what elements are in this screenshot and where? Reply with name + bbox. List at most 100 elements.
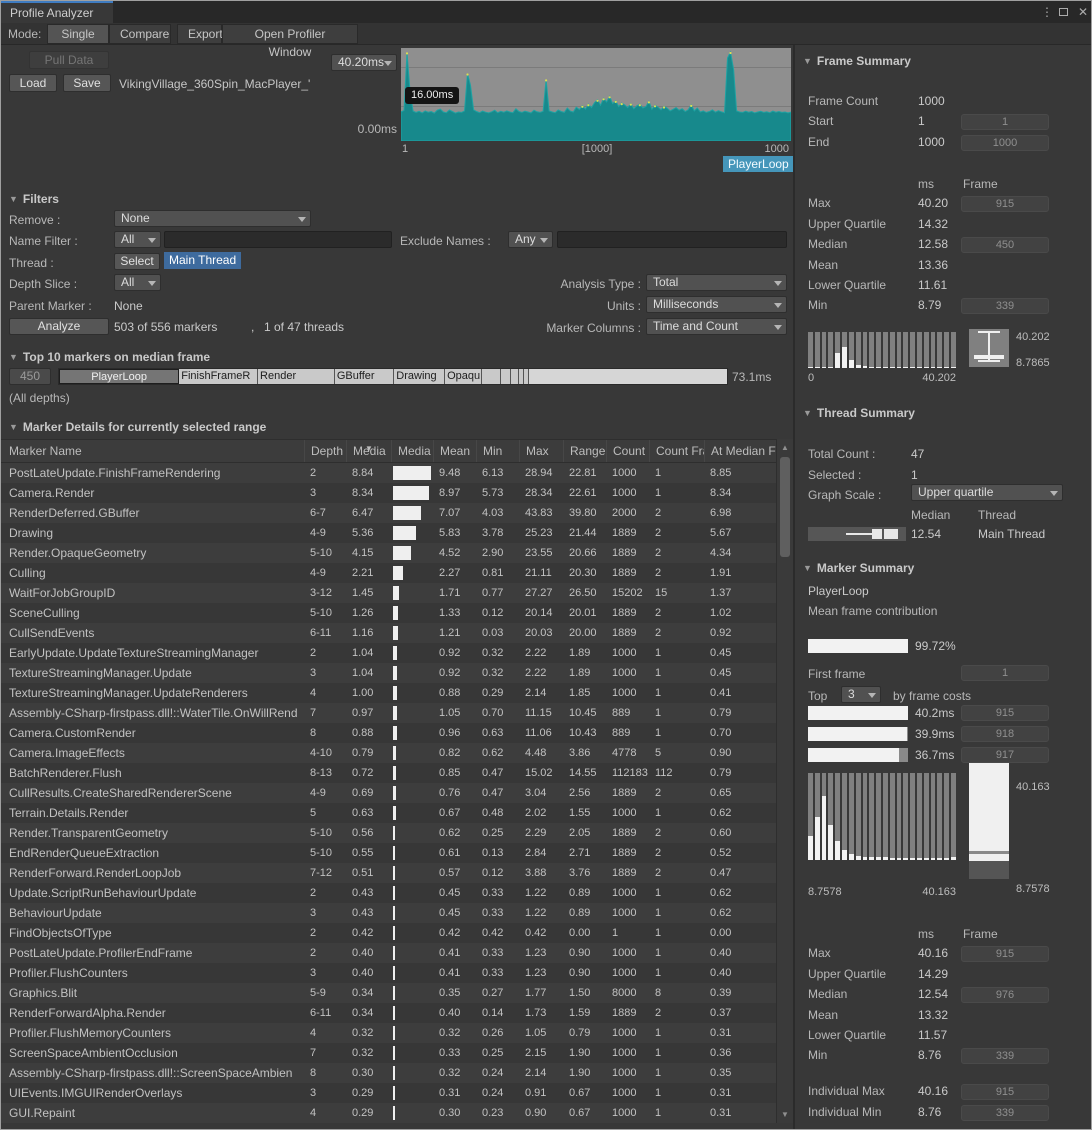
top10-segment[interactable]: Render <box>258 369 335 384</box>
frame-jump-button[interactable]: 1 <box>961 114 1049 130</box>
open-profiler-window-button[interactable]: Open Profiler Window <box>222 24 358 44</box>
table-row[interactable]: Graphics.Blit5-90.340.350.271.771.508000… <box>1 983 776 1003</box>
save-button[interactable]: Save <box>63 74 111 92</box>
table-row[interactable]: Profiler.FlushCounters30.400.410.331.230… <box>1 963 776 983</box>
units-dropdown[interactable]: Milliseconds <box>646 296 787 313</box>
table-row[interactable]: Render.OpaqueGeometry5-104.154.522.9023.… <box>1 543 776 563</box>
table-row[interactable]: Assembly-CSharp-firstpass.dll!::WaterTil… <box>1 703 776 723</box>
marker-table-header[interactable]: Marker NameDepthMedia▼MediaMeanMinMaxRan… <box>1 439 776 463</box>
column-header[interactable]: Count Fra <box>649 440 704 462</box>
export-button[interactable]: Export <box>177 24 222 44</box>
table-row[interactable]: Assembly-CSharp-firstpass.dll!::ScreenSp… <box>1 1063 776 1083</box>
frame-jump-button[interactable]: 976 <box>961 987 1049 1003</box>
load-button[interactable]: Load <box>9 74 57 92</box>
name-filter-mode-dropdown[interactable]: All <box>114 231 161 248</box>
frame-jump-button[interactable]: 339 <box>961 298 1049 314</box>
scrollbar-thumb[interactable] <box>780 457 790 557</box>
first-frame-button[interactable]: 1 <box>961 665 1049 681</box>
column-header[interactable]: Min <box>476 440 519 462</box>
column-header[interactable]: Depth <box>304 440 346 462</box>
table-row[interactable]: BehaviourUpdate30.430.450.331.220.891000… <box>1 903 776 923</box>
top10-segment[interactable] <box>501 369 511 384</box>
table-scrollbar[interactable]: ▲ ▼ <box>776 439 793 1123</box>
top10-header[interactable]: ▼Top 10 markers on median frame <box>9 349 210 365</box>
pull-data-button[interactable]: Pull Data <box>29 51 109 69</box>
table-row[interactable]: ScreenSpaceAmbientOcclusion70.320.330.25… <box>1 1043 776 1063</box>
tab-compare[interactable]: Compare <box>109 24 171 44</box>
table-row[interactable]: UIEvents.IMGUIRenderOverlays30.290.310.2… <box>1 1083 776 1103</box>
top10-segment[interactable]: PlayerLoop <box>59 369 179 384</box>
graph-scale-dropdown[interactable]: Upper quartile <box>911 484 1063 501</box>
table-row[interactable]: GUI.Repaint40.290.300.230.900.67100010.3… <box>1 1103 776 1123</box>
frame-jump-button[interactable]: 1000 <box>961 135 1049 151</box>
table-row[interactable]: WaitForJobGroupID3-121.451.710.7727.2726… <box>1 583 776 603</box>
thread-summary-header[interactable]: ▼Thread Summary <box>803 406 915 420</box>
tab-single[interactable]: Single <box>47 24 109 44</box>
marker-columns-dropdown[interactable]: Time and Count <box>646 318 787 335</box>
name-filter-input[interactable] <box>164 231 392 248</box>
frame-jump-button[interactable]: 339 <box>961 1105 1049 1121</box>
table-row[interactable]: Drawing4-95.365.833.7825.2321.44188925.6… <box>1 523 776 543</box>
frame-jump-button[interactable]: 339 <box>961 1048 1049 1064</box>
marker-summary-header[interactable]: ▼Marker Summary <box>803 561 914 575</box>
top10-segment[interactable] <box>511 369 519 384</box>
top-n-dropdown[interactable]: 3 <box>841 686 881 703</box>
filters-header[interactable]: ▼Filters <box>9 191 59 207</box>
column-header[interactable]: Mean <box>433 440 476 462</box>
top10-segment[interactable]: GBuffer <box>335 369 394 384</box>
table-row[interactable]: PostLateUpdate.ProfilerEndFrame20.400.41… <box>1 943 776 963</box>
table-row[interactable]: CullSendEvents6-111.161.210.0320.0320.00… <box>1 623 776 643</box>
frame-jump-button[interactable]: 918 <box>961 726 1049 742</box>
frame-jump-button[interactable]: 915 <box>961 1084 1049 1100</box>
top10-segment[interactable]: Drawing <box>394 369 445 384</box>
column-header[interactable]: Count <box>606 440 649 462</box>
column-header[interactable]: At Median F <box>704 440 776 462</box>
table-row[interactable]: RenderForward.RenderLoopJob7-120.510.570… <box>1 863 776 883</box>
marker-details-header[interactable]: ▼Marker Details for currently selected r… <box>9 419 266 435</box>
frame-jump-button[interactable]: 915 <box>961 196 1049 212</box>
frame-summary-header[interactable]: ▼Frame Summary <box>803 54 911 68</box>
table-row[interactable]: RenderForwardAlpha.Render6-110.340.400.1… <box>1 1003 776 1023</box>
analysis-type-dropdown[interactable]: Total <box>646 274 787 291</box>
table-row[interactable]: EndRenderQueueExtraction5-100.550.610.13… <box>1 843 776 863</box>
table-row[interactable]: SceneCulling5-101.261.330.1220.1420.0118… <box>1 603 776 623</box>
table-row[interactable]: TextureStreamingManager.UpdateRenderers4… <box>1 683 776 703</box>
table-row[interactable]: Profiler.FlushMemoryCounters40.320.320.2… <box>1 1023 776 1043</box>
frame-jump-button[interactable]: 450 <box>961 237 1049 253</box>
column-header[interactable]: Range <box>563 440 606 462</box>
top10-segment[interactable]: Opaqu <box>445 369 482 384</box>
close-icon[interactable]: ✕ <box>1075 4 1091 20</box>
frame-summary-boxplot[interactable] <box>969 329 1009 367</box>
top10-segment[interactable] <box>482 369 500 384</box>
thread-selection-chip[interactable]: Main Thread <box>164 252 241 269</box>
scroll-up-icon[interactable]: ▲ <box>777 443 793 452</box>
frame-jump-button[interactable]: 917 <box>961 747 1049 763</box>
table-row[interactable]: CullResults.CreateSharedRendererScene4-9… <box>1 783 776 803</box>
max-frametime-dropdown[interactable]: 40.20ms <box>331 54 397 71</box>
exclude-names-input[interactable] <box>557 231 787 248</box>
table-row[interactable]: Culling4-92.212.270.8121.1120.30188921.9… <box>1 563 776 583</box>
median-frame-button[interactable]: 450 <box>9 368 51 385</box>
table-row[interactable]: Render.TransparentGeometry5-100.560.620.… <box>1 823 776 843</box>
table-row[interactable]: FindObjectsOfType20.420.420.420.420.0011… <box>1 923 776 943</box>
window-tab[interactable]: Profile Analyzer <box>1 1 113 23</box>
frame-time-graph[interactable] <box>401 48 791 141</box>
top10-segment[interactable]: FinishFrameR <box>179 369 258 384</box>
selected-marker-chip[interactable]: PlayerLoop <box>723 156 794 172</box>
analyze-button[interactable]: Analyze <box>9 318 109 335</box>
thread-whisker-plot[interactable] <box>808 527 906 541</box>
table-row[interactable]: Terrain.Details.Render50.630.670.482.021… <box>1 803 776 823</box>
table-row[interactable]: TextureStreamingManager.Update31.040.920… <box>1 663 776 683</box>
table-row[interactable]: EarlyUpdate.UpdateTextureStreamingManage… <box>1 643 776 663</box>
kebab-menu-icon[interactable]: ⋮ <box>1039 4 1055 20</box>
table-row[interactable]: Update.ScriptRunBehaviourUpdate20.430.45… <box>1 883 776 903</box>
frame-jump-button[interactable]: 915 <box>961 705 1049 721</box>
table-row[interactable]: RenderDeferred.GBuffer6-76.477.074.0343.… <box>1 503 776 523</box>
depth-slice-dropdown[interactable]: All <box>114 274 161 291</box>
frame-jump-button[interactable]: 915 <box>961 946 1049 962</box>
marker-summary-histogram[interactable] <box>808 773 956 860</box>
frame-summary-histogram[interactable] <box>808 332 956 368</box>
table-row[interactable]: Camera.CustomRender80.880.960.6311.0610.… <box>1 723 776 743</box>
top10-segment[interactable] <box>529 369 727 384</box>
column-header[interactable]: Media▼ <box>346 440 391 462</box>
